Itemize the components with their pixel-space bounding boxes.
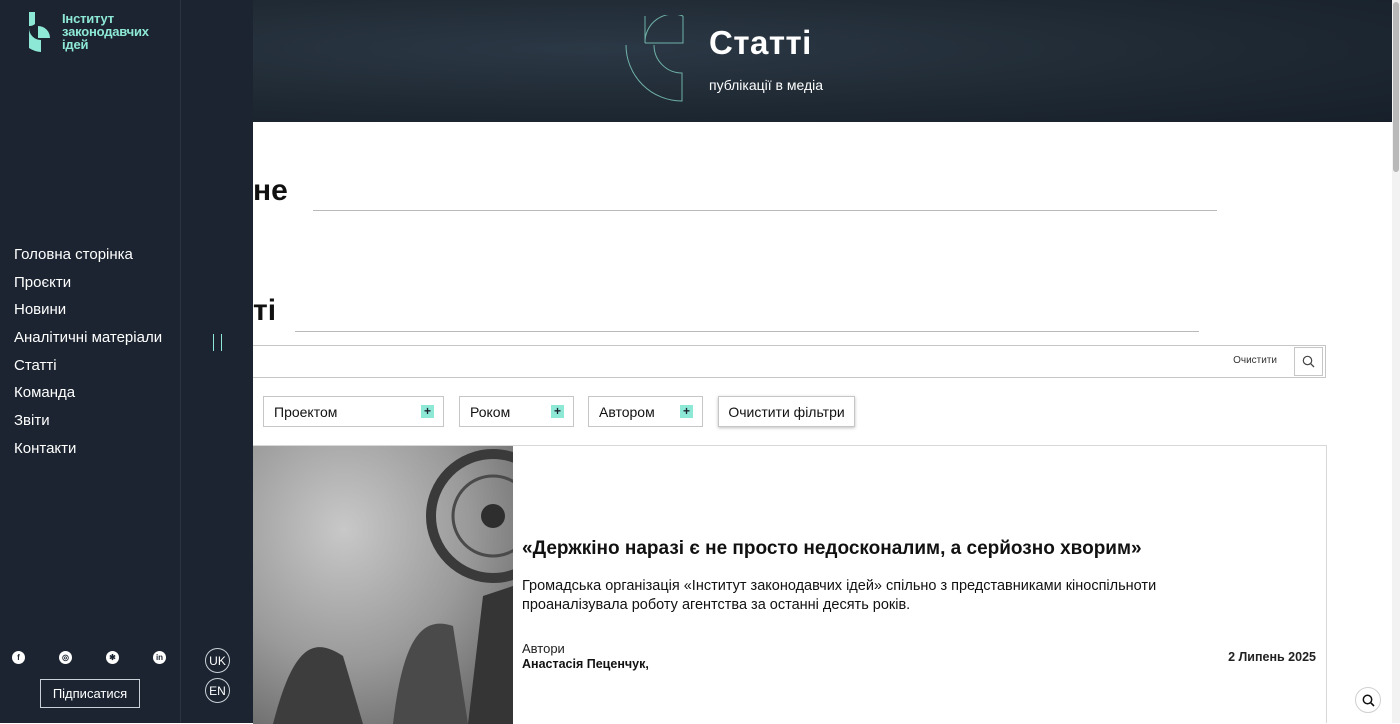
search-clear-button[interactable]: Очистити — [1233, 355, 1277, 366]
nav-item-analytics[interactable]: Аналітичні матеріали — [14, 327, 162, 355]
plus-icon: + — [421, 405, 434, 418]
nav-item-team[interactable]: Команда — [14, 382, 162, 410]
linkedin-icon[interactable]: in — [153, 651, 166, 664]
article-date: 2 Липень 2025 — [1228, 650, 1316, 664]
page-scrollbar[interactable] — [1392, 0, 1400, 723]
search-input[interactable]: Очистити — [253, 345, 1326, 378]
filter-year[interactable]: Роком + — [459, 396, 574, 427]
clear-filters-button[interactable]: Очистити фільтри — [718, 396, 855, 427]
filter-project-label: Проектом — [274, 403, 338, 420]
search-icon — [1362, 694, 1375, 707]
article-authors-label: Автори — [522, 641, 565, 656]
section-divider-2 — [295, 331, 1199, 332]
article-title[interactable]: «Держкіно наразі є не просто недосконали… — [522, 538, 1142, 560]
logo-mark-icon — [29, 12, 50, 52]
nav-item-news[interactable]: Новини — [14, 299, 162, 327]
plus-icon: + — [551, 405, 564, 418]
article-image[interactable] — [253, 446, 513, 724]
filter-author[interactable]: Автором + — [588, 396, 703, 427]
main-nav: Головна сторінка Проєкти Новини Аналітич… — [14, 244, 162, 466]
nav-item-home[interactable]: Головна сторінка — [14, 244, 162, 272]
hero-logo-mark-icon — [625, 15, 684, 102]
sidebar-toggle-icon[interactable] — [213, 334, 222, 351]
logo-line-3: ідей — [62, 37, 89, 52]
search-icon — [1302, 355, 1315, 368]
social-links: f ◎ ✱ in — [12, 651, 200, 664]
scrollbar-thumb[interactable] — [1393, 2, 1399, 172]
plus-icon: + — [680, 405, 693, 418]
subscribe-button[interactable]: Підписатися — [40, 679, 140, 708]
filter-project[interactable]: Проектом + — [263, 396, 444, 427]
page-subtitle: публікації в медіа — [709, 77, 824, 93]
nav-item-contacts[interactable]: Контакти — [14, 438, 162, 466]
nav-item-reports[interactable]: Звіти — [14, 410, 162, 438]
sidebar: Інститут законодавчих ідей Головна сторі… — [0, 0, 253, 723]
logo[interactable]: Інститут законодавчих ідей — [26, 12, 149, 52]
filter-author-label: Автором — [599, 403, 655, 420]
section-divider-1 — [313, 210, 1217, 211]
facebook-icon[interactable]: f — [12, 651, 25, 664]
section-heading-1: не — [253, 174, 288, 207]
telegram-icon[interactable]: ✱ — [106, 651, 119, 664]
sidebar-divider — [180, 0, 181, 723]
floating-search-button[interactable] — [1355, 687, 1381, 713]
article-authors[interactable]: Анастасія Пеценчук, — [522, 657, 649, 671]
article-card[interactable]: «Держкіно наразі є не просто недосконали… — [253, 445, 1327, 724]
article-description: Громадська організація «Інститут законод… — [522, 578, 1157, 613]
logo-text: Інститут законодавчих ідей — [62, 12, 149, 51]
lang-uk-button[interactable]: UK — [205, 648, 230, 673]
nav-item-projects[interactable]: Проєкти — [14, 272, 162, 300]
lang-en-button[interactable]: EN — [205, 678, 230, 703]
page-title: Статті — [709, 24, 812, 61]
nav-item-articles[interactable]: Статті — [14, 355, 162, 383]
section-heading-2: ті — [253, 294, 277, 327]
search-button[interactable] — [1294, 347, 1323, 376]
hero-banner: Статті публікації в медіа — [253, 0, 1392, 122]
film-reel-image — [253, 446, 513, 724]
filter-year-label: Роком — [470, 403, 511, 420]
instagram-icon[interactable]: ◎ — [59, 651, 72, 664]
